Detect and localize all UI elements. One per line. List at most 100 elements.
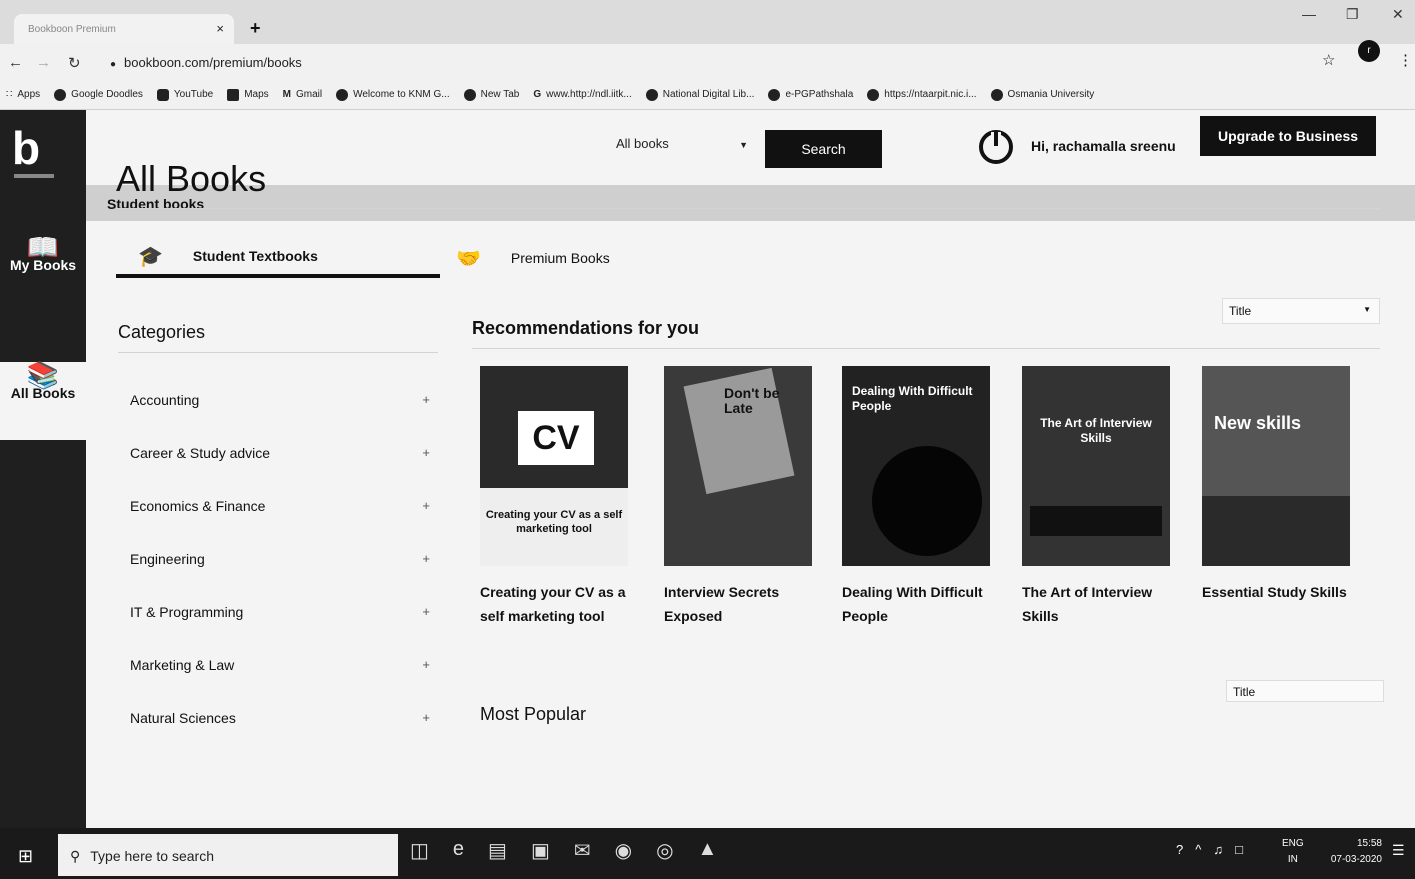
chrome-icon[interactable]: ◉ [615,838,632,863]
bookmark-item[interactable]: Welcome to KNM G... [336,88,450,101]
books-shelf-icon: 📚 [26,360,60,390]
category-item[interactable]: Economics & Finance + [130,498,430,551]
book-cover[interactable]: Dealing With Difficult People [842,366,990,566]
sort-select[interactable]: Title [1226,680,1384,702]
close-window-icon[interactable]: ✕ [1392,6,1404,23]
category-item[interactable]: Accounting + [130,392,430,445]
category-item[interactable]: Career & Study advice + [130,445,430,498]
book-card[interactable]: The Art of Interview Skills The Art of I… [1022,366,1182,628]
cover-text: CV [518,411,594,465]
plus-icon[interactable]: + [422,604,430,657]
sidebar-item-my-books[interactable]: 📖 My Books [0,232,86,272]
new-tab-button[interactable]: + [250,18,261,39]
bookmark-item[interactable]: Osmania University [990,88,1094,101]
globe-icon [463,88,476,101]
globe-icon [867,88,880,101]
power-icon[interactable] [979,130,1013,164]
search-button[interactable]: Search [765,130,882,168]
category-item[interactable]: Engineering + [130,551,430,604]
book-cover[interactable]: Don't be Late Don't be Late [664,366,812,566]
book-title[interactable]: Creating your CV as a self marketing too… [480,580,640,628]
book-cover[interactable]: CV Creating your CV as a self marketing … [480,366,628,566]
taskbar-apps: ◫ e ▤ ▣ ✉ ◉ ◎ ▲ [410,838,717,863]
book-card[interactable]: Don't be Late Don't be Late Interview Se… [664,366,824,628]
back-icon[interactable]: ← [8,54,23,71]
book-card[interactable]: New skills Essential Study Skills [1202,366,1362,604]
url-text: bookboon.com/premium/books [124,55,302,70]
apps-grid-icon: ∷ [6,89,13,100]
sidebar-item-all-books[interactable]: 📚 All Books [0,362,86,440]
book-card[interactable]: CV Creating your CV as a self marketing … [480,366,640,628]
bookmark-item[interactable]: ∷ Apps [6,89,40,100]
file-explorer-icon[interactable]: ▤ [488,838,507,863]
bookboon-logo[interactable]: b [12,122,54,174]
sort-select[interactable]: Title ▼ [1222,298,1380,324]
bookmark-item[interactable]: New Tab [463,88,519,101]
bookmark-item[interactable]: https://ntaarpit.nic.i... [867,88,977,101]
network-icon[interactable]: □ [1235,842,1243,857]
notifications-icon[interactable]: ☰ [1392,842,1405,859]
store-icon[interactable]: ▣ [531,838,550,863]
bookmark-star-icon[interactable]: ☆ [1322,51,1335,69]
cover-text: New skills [1214,413,1302,433]
cover-text: Dealing With Difficult People [852,384,973,413]
minimize-icon[interactable]: — [1302,6,1316,22]
bookmark-item[interactable]: Maps [227,88,269,101]
plus-icon[interactable]: + [422,551,430,604]
system-clock[interactable]: ENG IN 15:58 07-03-2020 [1282,836,1382,868]
bookmark-item[interactable]: National Digital Lib... [645,88,754,101]
book-title[interactable]: Essential Study Skills [1202,580,1362,604]
book-title[interactable]: The Art of Interview Skills [1022,580,1182,628]
bookmark-item[interactable]: YouTube [156,88,213,101]
media-icon[interactable]: ◎ [656,838,673,863]
user-greeting: Hi, rachamalla sreenu [1031,138,1176,154]
book-cover[interactable]: New skills [1202,366,1350,566]
search-icon: ⚲ [70,848,81,864]
language-indicator[interactable]: ENG IN [1282,836,1304,868]
taskbar-search-input[interactable]: ⚲ Type here to search [58,834,398,876]
edge-icon[interactable]: e [453,838,464,863]
tab-premium-books[interactable]: 🤝 Premium Books [456,238,610,278]
sidebar-item-label: All Books [10,385,76,401]
book-title[interactable]: Dealing With Difficult People [842,580,1002,628]
plus-icon[interactable]: + [422,710,430,763]
search-scope-select[interactable]: All books ▼ [616,136,756,164]
help-icon[interactable]: ? [1176,842,1183,857]
plus-icon[interactable]: + [422,445,430,498]
plus-icon[interactable]: + [422,392,430,445]
book-title[interactable]: Interview Secrets Exposed [664,580,824,628]
gmail-icon: M [282,89,291,100]
book-card[interactable]: Dealing With Difficult People Dealing Wi… [842,366,1002,628]
divider [118,352,438,353]
forward-icon[interactable]: → [36,54,51,71]
bookmark-item[interactable]: Google Doodles [54,88,143,101]
restore-icon[interactable]: ❐ [1346,6,1359,23]
bookmark-item[interactable]: M Gmail [283,89,322,100]
chevron-up-icon[interactable]: ^ [1195,842,1201,857]
cover-text: The Art of Interview Skills [1040,416,1152,445]
category-item[interactable]: Marketing & Law + [130,657,430,710]
photos-icon[interactable]: ▲ [698,838,718,863]
tab-title: Bookboon Premium [28,24,116,35]
browser-tab[interactable]: Bookboon Premium × [14,14,234,44]
bookmark-item[interactable]: e-PGPathshala [768,88,853,101]
plus-icon[interactable]: + [422,657,430,710]
open-book-icon: 📖 [26,232,60,262]
category-item[interactable]: IT & Programming + [130,604,430,657]
cover-band-shape [1202,496,1350,566]
tab-close-icon[interactable]: × [216,21,224,36]
tab-student-textbooks[interactable]: 🎓 Student Textbooks [116,238,440,278]
reload-icon[interactable]: ↻ [68,54,81,72]
browser-menu-icon[interactable]: ⋮ [1398,51,1413,69]
mail-icon[interactable]: ✉ [574,838,591,863]
bookmark-item[interactable]: Gwww.http://ndl.iitk... [533,89,631,100]
category-item[interactable]: Natural Sciences + [130,710,430,763]
windows-start-icon[interactable]: ⊞ [18,846,33,867]
volume-icon[interactable]: ♫ [1213,842,1223,857]
task-view-icon[interactable]: ◫ [410,838,429,863]
profile-avatar[interactable]: r [1358,40,1380,62]
upgrade-button[interactable]: Upgrade to Business [1200,116,1376,156]
address-bar[interactable]: ● bookboon.com/premium/books [110,55,302,70]
book-cover[interactable]: The Art of Interview Skills [1022,366,1170,566]
plus-icon[interactable]: + [422,498,430,551]
